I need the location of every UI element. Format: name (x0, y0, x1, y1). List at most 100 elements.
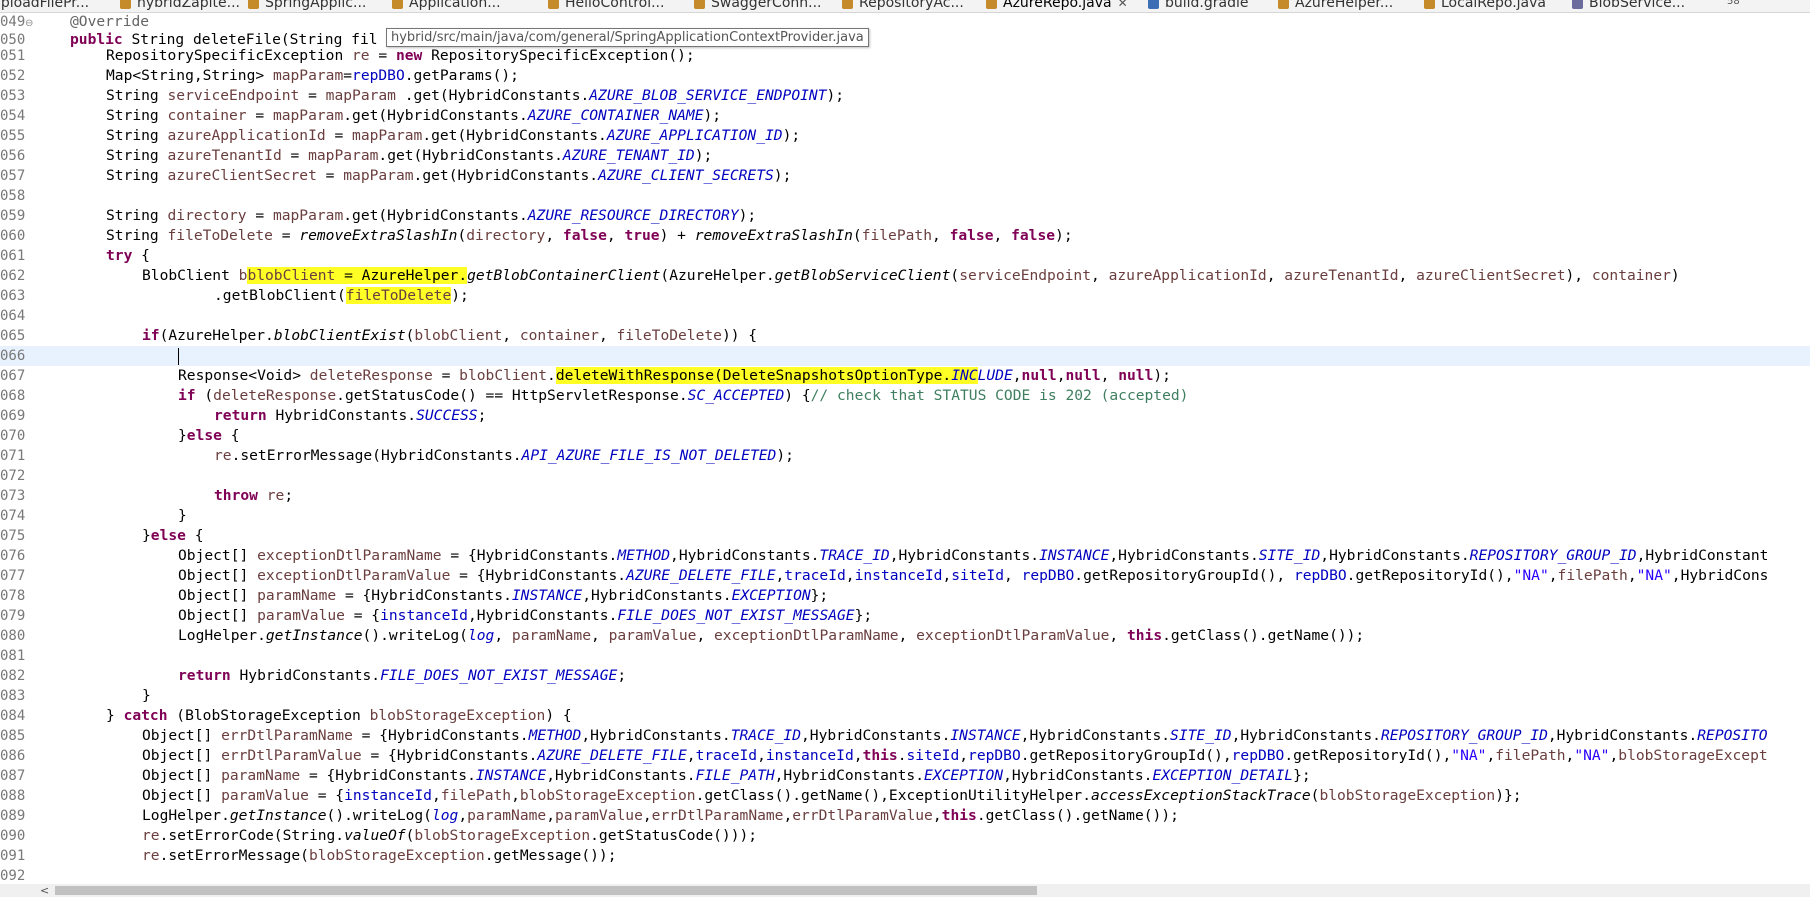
code-line[interactable]: Object[] paramValue = {instanceId,filePa… (142, 786, 1522, 806)
line-number: 053 (0, 88, 26, 104)
java-file-icon (694, 0, 705, 9)
code-line[interactable]: .getBlobClient(fileToDelete); (214, 286, 469, 306)
scrollbar-thumb[interactable] (55, 886, 1037, 895)
code-line[interactable]: if (deleteResponse.getStatusCode() == Ht… (178, 386, 1188, 406)
java-file-icon (548, 0, 559, 9)
line-number: 071 (0, 448, 26, 464)
line-number: 088 (0, 788, 26, 804)
code-line[interactable]: Response<Void> deleteResponse = blobClie… (178, 366, 1171, 386)
tab-repository-ac[interactable]: RepositoryAc... (842, 0, 964, 12)
code-line[interactable]: Map<String,String> mapParam=repDBO.getPa… (106, 66, 519, 86)
line-number: 056 (0, 148, 26, 164)
code-line[interactable]: String serviceEndpoint = mapParam .get(H… (106, 86, 844, 106)
tab-build-gradle[interactable]: build.gradle (1148, 0, 1249, 12)
editor-tab-bar: uploadFilePr... hybridZapite... SpringAp… (0, 0, 1810, 13)
line-number: 076 (0, 548, 26, 564)
line-number: 080 (0, 628, 26, 644)
line-number: 054 (0, 108, 26, 124)
fold-icon[interactable]: ⊖ (25, 18, 33, 29)
code-line[interactable]: Object[] paramName = {HybridConstants.IN… (142, 766, 1311, 786)
code-line[interactable]: try { (106, 246, 150, 266)
horizontal-scrollbar[interactable]: < (0, 884, 1810, 897)
tab-upload-file[interactable]: uploadFilePr... (0, 0, 89, 12)
code-line[interactable]: if(AzureHelper.blobClientExist(blobClien… (142, 326, 757, 346)
code-line[interactable]: String directory = mapParam.get(HybridCo… (106, 206, 756, 226)
line-number: 064 (0, 308, 26, 324)
gradle-file-icon (1148, 0, 1159, 9)
code-line[interactable]: @Override (70, 12, 149, 32)
tab-local-repo[interactable]: LocalRepo.java (1424, 0, 1546, 12)
class-file-icon (1572, 0, 1583, 9)
line-number: 067 (0, 368, 26, 384)
java-file-icon (248, 0, 259, 9)
java-file-icon (120, 0, 131, 9)
tab-spring-applic[interactable]: SpringApplic... (248, 0, 366, 12)
code-line[interactable]: BlobClient bblobClient = AzureHelper.get… (142, 266, 1680, 286)
tab-swagger-conn[interactable]: SwaggerConn... (694, 0, 822, 12)
java-file-icon (1278, 0, 1289, 9)
line-number: 079 (0, 608, 26, 624)
line-number: 055 (0, 128, 26, 144)
code-line[interactable]: Object[] exceptionDtlParamValue = {Hybri… (178, 566, 1768, 586)
line-number: 075 (0, 528, 26, 544)
line-number: 072 (0, 468, 26, 484)
code-line[interactable]: } catch (BlobStorageException blobStorag… (106, 706, 572, 726)
code-line[interactable]: Object[] errDtlParamValue = {HybridConst… (142, 746, 1768, 766)
tab-hello-control[interactable]: HelloControl... (548, 0, 664, 12)
code-line[interactable]: re.setErrorMessage(blobStorageException.… (142, 846, 616, 866)
code-line[interactable]: String azureApplicationId = mapParam.get… (106, 126, 800, 146)
line-number: 082 (0, 668, 26, 684)
line-number: 058 (0, 188, 26, 204)
line-number: 070 (0, 428, 26, 444)
line-number: 084 (0, 708, 26, 724)
code-line[interactable]: } (178, 506, 187, 526)
code-line[interactable]: Object[] errDtlParamName = {HybridConsta… (142, 726, 1768, 746)
code-line[interactable]: }else { (142, 526, 204, 546)
tab-azure-helper[interactable]: AzureHelper... (1278, 0, 1393, 12)
tab-blob-service[interactable]: BlobService... (1572, 0, 1685, 12)
line-number: 049 (0, 14, 26, 30)
code-line[interactable]: re.setErrorCode(String.valueOf(blobStora… (142, 826, 757, 846)
java-file-icon (842, 0, 853, 9)
java-file-icon (986, 0, 997, 9)
tab-azure-repo[interactable]: AzureRepo.java ✕ (986, 0, 1128, 12)
line-number: 063 (0, 288, 26, 304)
code-line[interactable]: String azureTenantId = mapParam.get(Hybr… (106, 146, 712, 166)
line-number: 074 (0, 508, 26, 524)
line-number: 073 (0, 488, 26, 504)
line-number: 090 (0, 828, 26, 844)
line-number: 052 (0, 68, 26, 84)
line-number: 087 (0, 768, 26, 784)
code-line[interactable]: RepositorySpecificException re = new Rep… (106, 46, 695, 66)
line-number: 069 (0, 408, 26, 424)
code-editor[interactable]: 049 @Override ⊖ 050 public String deleteFi… (0, 0, 1810, 884)
code-line[interactable]: } (142, 686, 151, 706)
code-line[interactable]: return HybridConstants.FILE_DOES_NOT_EXI… (178, 666, 626, 686)
code-line[interactable] (178, 346, 179, 366)
line-number: 089 (0, 808, 26, 824)
code-line[interactable]: re.setErrorMessage(HybridConstants.API_A… (214, 446, 794, 466)
tab-application[interactable]: Application... (392, 0, 501, 12)
code-line[interactable]: LogHelper.getInstance().writeLog(log,par… (142, 806, 1179, 826)
code-line[interactable]: Object[] exceptionDtlParamName = {Hybrid… (178, 546, 1768, 566)
code-line[interactable]: throw re; (214, 486, 293, 506)
scroll-left-arrow-icon[interactable]: < (40, 884, 49, 897)
code-line[interactable]: Object[] paramName = {HybridConstants.IN… (178, 586, 828, 606)
close-icon[interactable]: ✕ (1118, 0, 1128, 10)
code-line[interactable]: String container = mapParam.get(HybridCo… (106, 106, 721, 126)
code-line[interactable]: Object[] paramValue = {instanceId,Hybrid… (178, 606, 872, 626)
code-line[interactable]: String fileToDelete = removeExtraSlashIn… (106, 226, 1073, 246)
line-number: 060 (0, 228, 26, 244)
text-cursor (178, 347, 179, 365)
line-number: 085 (0, 728, 26, 744)
line-number: 077 (0, 568, 26, 584)
tab-hybrid-zapite[interactable]: hybridZapite... (120, 0, 240, 12)
code-line[interactable]: }else { (178, 426, 240, 446)
code-line[interactable]: return HybridConstants.SUCCESS; (214, 406, 486, 426)
line-number: 051 (0, 48, 26, 64)
tab-overflow-count[interactable]: 58 (1727, 0, 1740, 7)
code-line[interactable]: LogHelper.getInstance().writeLog(log, pa… (178, 626, 1364, 646)
line-number: 068 (0, 388, 26, 404)
code-line[interactable]: String azureClientSecret = mapParam.get(… (106, 166, 791, 186)
line-number: 086 (0, 748, 26, 764)
